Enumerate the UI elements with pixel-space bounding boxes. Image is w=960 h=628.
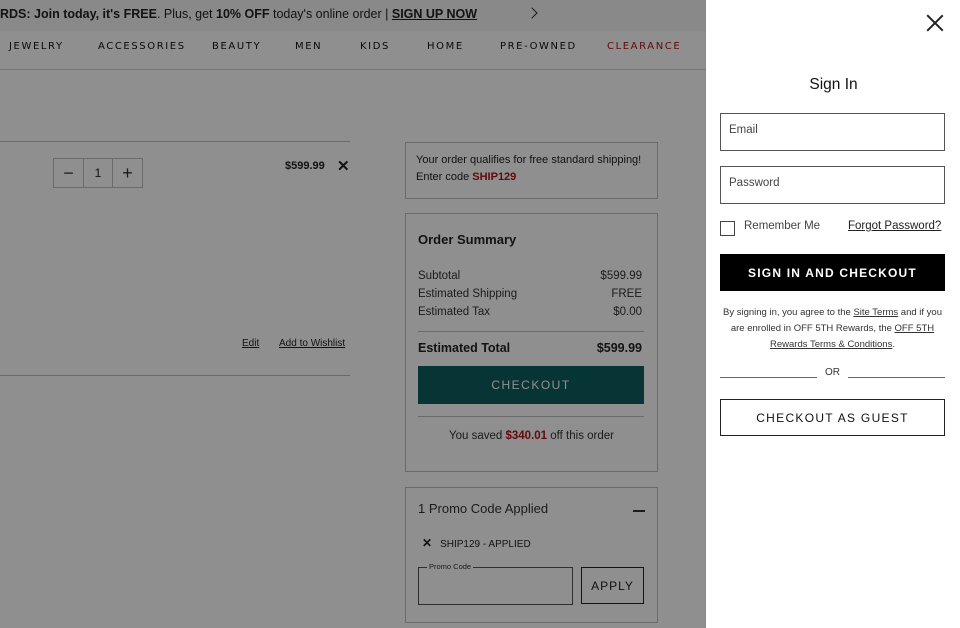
divider: [848, 377, 945, 378]
forgot-password-link[interactable]: Forgot Password?: [848, 220, 941, 232]
remember-me-label[interactable]: Remember Me: [744, 220, 820, 232]
remember-me-checkbox[interactable]: [720, 221, 735, 236]
email-field[interactable]: Email: [720, 113, 945, 151]
checkout-as-guest-button[interactable]: CHECKOUT AS GUEST: [720, 399, 945, 436]
terms-text: By signing in, you agree to the Site Ter…: [720, 305, 945, 353]
email-placeholder: Email: [729, 124, 758, 136]
terms-prefix: By signing in, you agree to the: [723, 307, 854, 318]
modal-overlay[interactable]: [0, 0, 705, 628]
or-label: OR: [825, 367, 840, 378]
divider: [720, 377, 817, 378]
sign-in-panel: Sign In Email Password Remember Me Forgo…: [705, 0, 960, 628]
panel-title: Sign In: [809, 76, 858, 93]
terms-end: .: [892, 339, 895, 350]
password-placeholder: Password: [729, 177, 780, 189]
close-icon[interactable]: [924, 12, 946, 34]
site-terms-link[interactable]: Site Terms: [853, 307, 898, 318]
or-divider: OR: [720, 367, 945, 381]
sign-in-checkout-button[interactable]: SIGN IN AND CHECKOUT: [720, 254, 945, 291]
password-field[interactable]: Password: [720, 166, 945, 204]
